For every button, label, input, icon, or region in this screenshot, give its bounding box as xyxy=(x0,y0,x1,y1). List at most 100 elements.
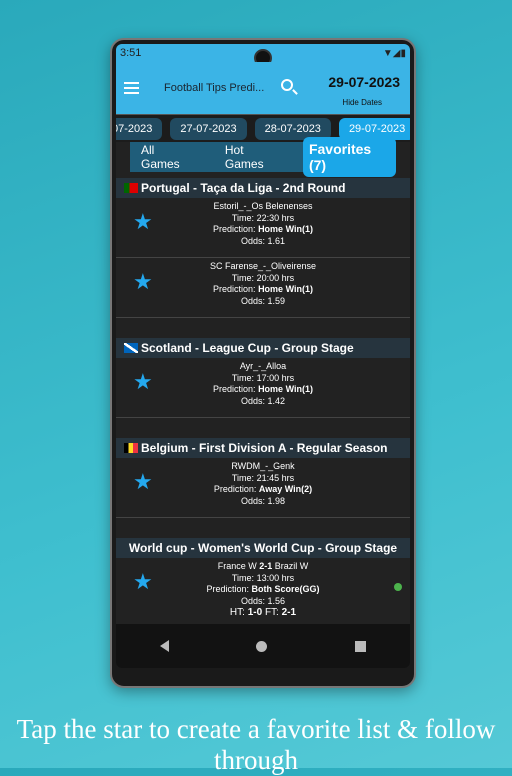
league-title: Scotland - League Cup - Group Stage xyxy=(141,341,354,355)
match-row[interactable]: ★ France W 2-1 Brazil W Time: 13:00 hrs Pre… xyxy=(116,558,410,628)
star-icon[interactable]: ★ xyxy=(133,471,153,492)
league-section: World cup - Women's World Cup - Group St… xyxy=(116,538,410,628)
match-odds-label: Odds: xyxy=(240,595,265,606)
match-time-label: Time: xyxy=(231,572,255,583)
match-row[interactable]: ★ RWDM_-_Genk Time: 21:45 hrs Prediction: A… xyxy=(116,458,410,518)
star-icon[interactable]: ★ xyxy=(133,271,153,292)
back-icon[interactable] xyxy=(159,640,169,652)
match-odds-value: 1.42 xyxy=(267,395,286,406)
star-icon[interactable]: ★ xyxy=(133,371,153,392)
match-prediction-label: Prediction: xyxy=(206,584,249,594)
tab-bar: All Games Hot Games Favorites (7) xyxy=(130,137,396,177)
match-odds: Odds: 1.59 xyxy=(116,296,410,308)
match-prediction-label: Prediction: xyxy=(213,484,257,494)
match-teams: SC Farense_-_Oliveirense xyxy=(116,261,410,273)
recents-icon[interactable] xyxy=(355,640,367,652)
match-time: Time: 20:00 hrs xyxy=(116,273,410,285)
ht-label: HT: xyxy=(229,607,245,618)
home-icon[interactable] xyxy=(256,640,268,652)
match-time: Time: 13:00 hrs xyxy=(116,573,410,585)
belgium-flag-icon xyxy=(124,443,138,453)
league-header: Portugal - Taça da Liga - 2nd Round xyxy=(116,178,410,198)
match-row[interactable]: ★ Ayr_-_Alloa Time: 17:00 hrs Prediction: H… xyxy=(116,358,410,418)
score: 2-1 xyxy=(259,561,273,571)
app-title: Football Tips Predi... xyxy=(164,82,265,94)
match-odds: Odds: 1.56 xyxy=(116,596,410,608)
match-time-label: Time: xyxy=(231,272,255,283)
teams: Estoril_-_Os Belenenses xyxy=(213,201,313,211)
match-row[interactable]: ★ SC Farense_-_Oliveirense Time: 20:00 hrs… xyxy=(116,258,410,318)
promo-caption: Tap the star to create a favorite list &… xyxy=(16,714,496,775)
league-header: World cup - Women's World Cup - Group St… xyxy=(116,538,410,558)
away-team: Brazil W xyxy=(274,561,309,571)
league-section: Portugal - Taça da Liga - 2nd Round ★ Esto… xyxy=(116,178,410,318)
status-dot-icon xyxy=(394,583,402,591)
ft-label: FT: xyxy=(264,607,279,618)
signal-battery-icon: ▼◢▮ xyxy=(382,47,406,59)
league-header: Belgium - First Division A - Regular Sea… xyxy=(116,438,410,458)
match-prediction-label: Prediction: xyxy=(213,284,256,294)
home-team: France W xyxy=(217,561,257,571)
league-title: World cup - Women's World Cup - Group St… xyxy=(128,541,398,555)
search-icon[interactable] xyxy=(281,79,293,91)
match-row[interactable]: ★ Estoril_-_Os Belenenses Time: 22:30 hrs P… xyxy=(116,198,410,258)
match-prediction-value: Home Win(1) xyxy=(258,224,313,234)
match-prediction: Prediction: Away Win(2) xyxy=(116,484,410,496)
league-section: Scotland - League Cup - Group Stage ★ Ayr_… xyxy=(116,338,410,418)
match-odds-label: Odds: xyxy=(240,495,265,506)
menu-icon[interactable] xyxy=(124,82,139,94)
star-icon[interactable]: ★ xyxy=(133,571,153,592)
star-icon[interactable]: ★ xyxy=(133,211,153,232)
match-prediction-label: Prediction: xyxy=(213,384,256,394)
match-prediction: Prediction: Home Win(1) xyxy=(116,224,410,236)
match-prediction: Prediction: Both Score(GG) xyxy=(116,584,410,596)
match-time-value: 13:00 hrs xyxy=(256,572,295,583)
match-prediction: Prediction: Home Win(1) xyxy=(116,284,410,296)
match-list: Portugal - Taça da Liga - 2nd Round ★ Esto… xyxy=(116,178,410,628)
selected-date: 29-07-2023 xyxy=(328,74,400,90)
match-time: Time: 17:00 hrs xyxy=(116,373,410,385)
match-odds: Odds: 1.61 xyxy=(116,236,410,248)
match-time-label: Time: xyxy=(231,472,255,483)
match-time-value: 20:00 hrs xyxy=(256,272,295,283)
scotland-flag-icon xyxy=(124,343,138,353)
nav-bar xyxy=(116,624,410,668)
tab-all-games[interactable]: All Games xyxy=(130,143,206,171)
match-result: HT: 1-0 FT: 2-1 xyxy=(116,607,410,619)
match-odds-label: Odds: xyxy=(240,295,265,306)
match-prediction-value: Home Win(1) xyxy=(258,284,313,294)
app-screen: 3:51 ▼◢▮ Football Tips Predi... 29-07-202… xyxy=(116,44,410,668)
match-odds-label: Odds: xyxy=(240,235,265,246)
status-time: 3:51 xyxy=(120,47,142,59)
league-section: Belgium - First Division A - Regular Sea… xyxy=(116,438,410,518)
match-teams: RWDM_-_Genk xyxy=(116,461,410,473)
app-bar: Football Tips Predi... 29-07-2023 Hide D… xyxy=(116,62,410,114)
match-time-value: 22:30 hrs xyxy=(256,212,295,223)
league-title: Belgium - First Division A - Regular Sea… xyxy=(141,441,388,455)
league-title: Portugal - Taça da Liga - 2nd Round xyxy=(141,181,346,195)
ft-score: 2-1 xyxy=(281,607,297,618)
match-odds-value: 1.59 xyxy=(267,295,286,306)
tab-favorites[interactable]: Favorites (7) xyxy=(302,137,396,177)
teams: RWDM_-_Genk xyxy=(231,461,295,471)
teams: Ayr_-_Alloa xyxy=(239,361,287,371)
match-time-value: 21:45 hrs xyxy=(256,472,295,483)
match-time-label: Time: xyxy=(231,212,255,223)
portugal-flag-icon xyxy=(124,183,138,193)
match-prediction-value: Both Score(GG) xyxy=(251,584,320,594)
match-prediction: Prediction: Home Win(1) xyxy=(116,384,410,396)
match-odds-value: 1.61 xyxy=(267,235,286,246)
tab-hot-games[interactable]: Hot Games xyxy=(214,143,295,171)
match-teams: Ayr_-_Alloa xyxy=(116,361,410,373)
match-prediction-value: Home Win(1) xyxy=(258,384,313,394)
league-header: Scotland - League Cup - Group Stage xyxy=(116,338,410,358)
match-teams: Estoril_-_Os Belenenses xyxy=(116,201,410,213)
date-chip[interactable]: 07-2023 xyxy=(116,117,163,140)
hide-dates-button[interactable]: Hide Dates xyxy=(342,98,382,107)
match-prediction-value: Away Win(2) xyxy=(258,484,313,494)
ht-score: 1-0 xyxy=(247,607,263,618)
match-time-label: Time: xyxy=(231,372,255,383)
date-chip[interactable]: 27-07-2023 xyxy=(170,117,247,140)
match-odds-value: 1.98 xyxy=(267,495,286,506)
match-time-value: 17:00 hrs xyxy=(256,372,295,383)
